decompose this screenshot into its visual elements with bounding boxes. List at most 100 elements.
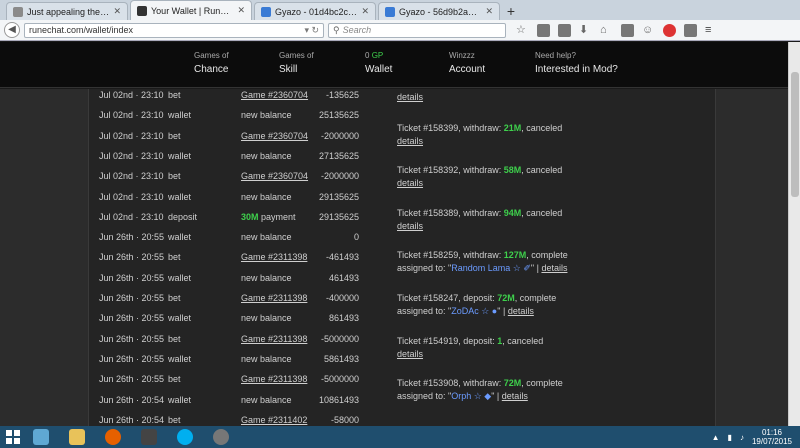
- menu-big-label: Account: [449, 64, 486, 75]
- tx-date: Jul 02nd · 23:10: [99, 150, 164, 161]
- details-link[interactable]: details: [397, 221, 423, 231]
- gp-label: GP: [371, 51, 384, 60]
- page-scrollbar[interactable]: [788, 42, 800, 426]
- tx-date: Jul 02nd · 23:10: [99, 110, 164, 121]
- gyazo-icon: [261, 6, 271, 17]
- assigned-user[interactable]: Orph ☆ ◆: [451, 391, 491, 401]
- extension-icon[interactable]: [684, 23, 697, 37]
- clock[interactable]: 01:16 19/07/2015: [752, 428, 792, 446]
- ticket-summary: Ticket #158259, withdraw: 127M, complete: [397, 249, 568, 262]
- search-icon: ⚲: [333, 24, 340, 35]
- search-placeholder: Search: [342, 25, 372, 35]
- details-link[interactable]: details: [508, 306, 534, 316]
- back-button[interactable]: ◀: [4, 22, 20, 38]
- assigned-user[interactable]: ZoDAc ☆ ●: [451, 306, 497, 316]
- ticket-amount: 72M: [497, 293, 515, 303]
- star-icon[interactable]: ☆: [516, 24, 529, 37]
- tx-amount: -5000000: [320, 333, 359, 344]
- browser-tab-2[interactable]: Your Wallet | RuneChat ✕: [130, 0, 252, 20]
- tx-date: Jun 26th · 20:55: [99, 252, 165, 263]
- close-icon[interactable]: ✕: [237, 5, 245, 16]
- smiley-icon[interactable]: ☺: [642, 24, 655, 37]
- ticket-entry: details: [397, 91, 423, 104]
- ticket-label: Ticket #158399, withdraw:: [397, 123, 504, 133]
- ticket-amount: 72M: [503, 378, 522, 388]
- notepad-icon[interactable]: [26, 426, 56, 448]
- assigned-user[interactable]: Random Lama ☆ ✐: [451, 263, 531, 273]
- search-input[interactable]: ⚲ Search: [328, 22, 506, 38]
- url-text: runechat.com/wallet/index: [29, 25, 134, 35]
- ticket-entry: Ticket #158389, withdraw: 94M, canceled d…: [397, 207, 562, 233]
- details-link[interactable]: details: [397, 178, 423, 188]
- tray-arrow-icon[interactable]: ▲: [712, 433, 720, 442]
- shield-icon: [13, 6, 23, 17]
- skype-icon[interactable]: [170, 426, 200, 448]
- new-tab-button[interactable]: +: [502, 2, 520, 20]
- tab-title: Gyazo - 56d9b2a75017afe4...: [399, 6, 481, 17]
- balance-value: 0: [365, 51, 370, 60]
- runechat-icon: [137, 5, 147, 16]
- reload-icon[interactable]: ▾ ↻: [304, 25, 319, 36]
- details-link[interactable]: details: [502, 391, 528, 401]
- tx-date: Jun 26th · 20:54: [99, 394, 165, 405]
- gyazo-icon: [385, 6, 395, 17]
- media-icon[interactable]: [134, 426, 164, 448]
- tx-date: Jul 02nd · 23:10: [99, 130, 164, 141]
- close-icon[interactable]: ✕: [113, 6, 121, 17]
- tab-title: Just appealing the latest bu...: [27, 6, 110, 17]
- ticket-summary: Ticket #158247, deposit: 72M, complete: [397, 292, 556, 305]
- volume-icon[interactable]: ♪: [740, 433, 744, 442]
- ticket-status: , canceled: [521, 165, 563, 175]
- tx-type: bet: [168, 293, 181, 303]
- ticket-detail-line: details: [397, 348, 543, 361]
- tx-amount: 861493: [328, 313, 359, 324]
- menu-account[interactable]: Winzzz Account: [449, 51, 485, 75]
- tx-date: Jul 02nd · 23:10: [99, 90, 164, 100]
- ticket-status: , complete: [526, 250, 568, 260]
- reading-list-icon[interactable]: [537, 23, 550, 37]
- browser-nav-bar: ◀ runechat.com/wallet/index ▾ ↻ ⚲ Search…: [0, 20, 800, 41]
- ticket-entry: Ticket #158259, withdraw: 127M, complete…: [397, 249, 568, 275]
- adblock-icon[interactable]: [663, 23, 676, 37]
- menu-wallet[interactable]: 0 GP Wallet: [365, 51, 392, 75]
- network-icon[interactable]: ▮: [728, 433, 732, 442]
- tx-date: Jul 02nd · 23:10: [99, 211, 164, 222]
- close-icon[interactable]: ✕: [485, 6, 493, 17]
- browser-tab-3[interactable]: Gyazo - 01d4bc2ccb65d521... ✕: [254, 2, 376, 20]
- tx-date: Jun 26th · 20:55: [99, 333, 165, 344]
- ticket-detail-line: assigned to: "Orph ☆ ◆" | details: [397, 390, 563, 403]
- assigned-label: assigned to: ": [397, 263, 452, 273]
- menu-chance[interactable]: Games of Chance: [194, 51, 229, 75]
- tx-type: bet: [168, 252, 181, 263]
- menu-skill[interactable]: Games of Skill: [279, 51, 314, 75]
- ticket-amount: 127M: [503, 250, 527, 260]
- browser-tab-bar: Just appealing the latest bu... ✕ Your W…: [0, 0, 800, 20]
- game-icon[interactable]: [206, 426, 236, 448]
- tx-date: Jun 26th · 20:55: [99, 353, 165, 364]
- menu-icon[interactable]: ≡: [705, 24, 718, 37]
- details-link[interactable]: details: [397, 136, 423, 146]
- wallet-balance: 0 GP: [365, 51, 392, 60]
- toolbar-icons: ☆ ⬇ ⌂ ☺ ≡: [516, 23, 718, 37]
- ticket-detail-line: assigned to: "Random Lama ☆ ✐" | details: [397, 262, 568, 275]
- url-bar[interactable]: runechat.com/wallet/index ▾ ↻: [24, 22, 324, 38]
- clock-date: 19/07/2015: [751, 437, 792, 446]
- details-link[interactable]: details: [541, 263, 567, 273]
- tx-amount: -461493: [325, 252, 359, 263]
- tx-amount: 29135625: [318, 211, 359, 222]
- scrollbar-thumb[interactable]: [791, 72, 799, 197]
- browser-tab-1[interactable]: Just appealing the latest bu... ✕: [6, 2, 128, 20]
- browser-tab-4[interactable]: Gyazo - 56d9b2a75017afe4... ✕: [378, 2, 500, 20]
- home-icon[interactable]: ⌂: [600, 24, 613, 37]
- site-header: Games of Chance Games of Skill 0 GP Wall…: [0, 42, 800, 88]
- windows-start-icon[interactable]: [0, 426, 26, 448]
- menu-help[interactable]: Need help? Interested in Mod?: [535, 51, 618, 75]
- details-link[interactable]: details: [397, 92, 423, 102]
- file-explorer-icon[interactable]: [62, 426, 92, 448]
- close-icon[interactable]: ✕: [361, 6, 369, 17]
- firefox-icon[interactable]: [98, 426, 128, 448]
- download-icon[interactable]: ⬇: [579, 24, 592, 37]
- chat-icon[interactable]: [621, 23, 634, 37]
- pocket-icon[interactable]: [558, 23, 571, 37]
- details-link[interactable]: details: [397, 349, 423, 359]
